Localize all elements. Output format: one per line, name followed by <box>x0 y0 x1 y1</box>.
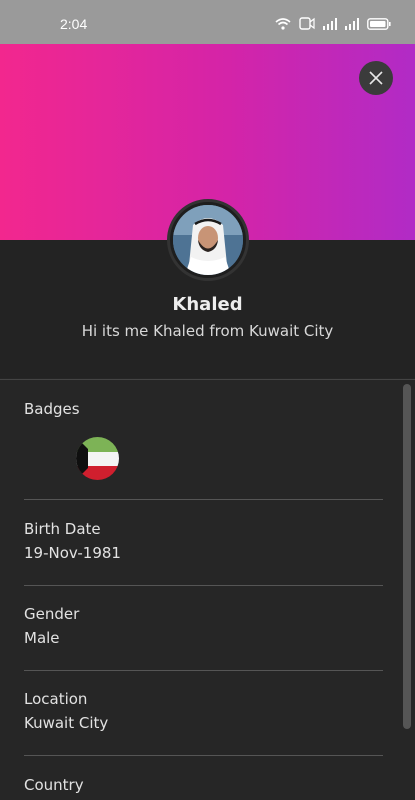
status-bar: 2:04 <box>0 0 415 44</box>
gender-label: Gender <box>24 605 80 623</box>
divider <box>24 755 383 756</box>
badges-label: Badges <box>24 400 80 418</box>
location-value: Kuwait City <box>24 714 109 732</box>
details-panel <box>0 379 415 800</box>
close-icon <box>369 71 383 85</box>
close-button[interactable] <box>359 61 393 95</box>
divider <box>24 670 383 671</box>
divider <box>24 585 383 586</box>
location-section: Location Kuwait City <box>24 690 383 732</box>
signal-icon <box>323 17 337 30</box>
birth-date-value: 19-Nov-1981 <box>24 544 121 562</box>
scrollbar[interactable] <box>403 384 411 729</box>
wifi-icon <box>275 17 291 30</box>
divider <box>24 499 383 500</box>
birth-date-section: Birth Date 19-Nov-1981 <box>24 520 383 562</box>
country-section: Country <box>24 776 383 794</box>
profile-photo <box>173 205 243 275</box>
avatar <box>167 199 249 281</box>
badges-section: Badges <box>24 400 383 418</box>
status-icons <box>275 17 391 30</box>
signal-icon <box>345 17 359 30</box>
battery-icon <box>367 17 391 30</box>
birth-date-label: Birth Date <box>24 520 101 538</box>
gender-section: Gender Male <box>24 605 383 647</box>
kuwait-flag-icon[interactable] <box>76 437 119 480</box>
volte-icon <box>299 17 315 30</box>
profile-name: Khaled <box>172 294 243 315</box>
profile-bio: Hi its me Khaled from Kuwait City <box>81 322 334 340</box>
country-label: Country <box>24 776 84 794</box>
location-label: Location <box>24 690 88 708</box>
gender-value: Male <box>24 629 60 647</box>
status-time: 2:04 <box>60 16 88 32</box>
